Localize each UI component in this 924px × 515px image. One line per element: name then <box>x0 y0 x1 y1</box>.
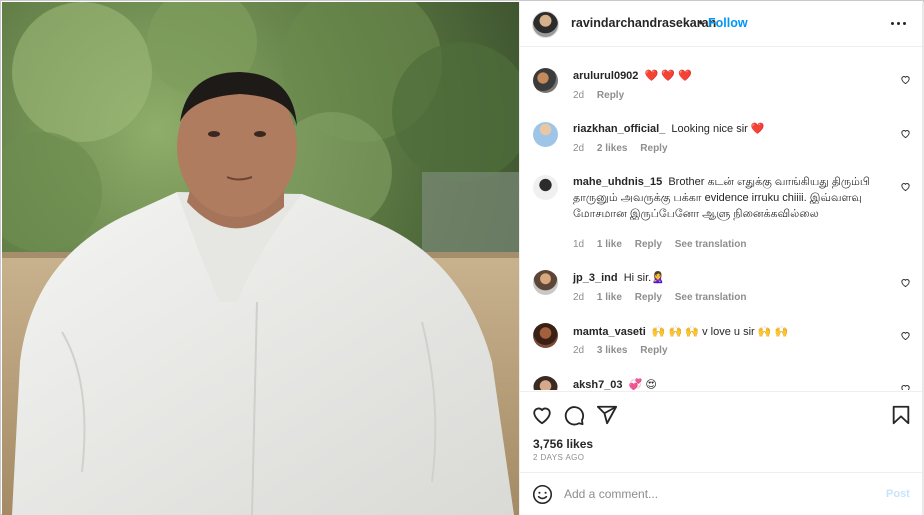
more-options-icon[interactable] <box>890 13 908 33</box>
comment-likes[interactable]: 1 like <box>597 292 622 303</box>
save-bookmark-icon[interactable] <box>890 404 912 426</box>
see-translation-button[interactable]: See translation <box>675 239 747 250</box>
reply-button[interactable]: Reply <box>635 239 662 250</box>
post-header: ravindarchandrasekaran • Follow <box>520 2 923 47</box>
comment-icon[interactable] <box>563 404 585 426</box>
post-modal: ravindarchandrasekaran • Follow arulurul… <box>0 0 924 515</box>
comment-time: 1d <box>573 239 585 250</box>
reply-button[interactable]: Reply <box>640 345 667 356</box>
heart-icon[interactable] <box>900 181 911 192</box>
commenter-username[interactable]: jp_3_ind <box>573 272 618 284</box>
post-image <box>2 2 519 515</box>
like-heart-icon[interactable] <box>531 404 553 426</box>
comment-text: ❤️ ❤️ ❤️ <box>644 70 692 82</box>
reply-button[interactable]: Reply <box>640 143 667 154</box>
comment-text: 🙌 🙌 🙌 v love u sir 🙌 🙌 <box>651 326 789 338</box>
comment-time: 2d <box>573 345 585 356</box>
heart-icon[interactable] <box>900 383 911 390</box>
post-sidebar: ravindarchandrasekaran • Follow arulurul… <box>519 2 923 515</box>
heart-icon[interactable] <box>900 330 911 341</box>
comment-time: 2d <box>573 292 585 303</box>
comment-time: 2d <box>573 90 585 101</box>
heart-icon[interactable] <box>900 128 911 139</box>
author-avatar[interactable] <box>532 11 559 38</box>
reply-button[interactable]: Reply <box>597 90 624 101</box>
comment-likes[interactable]: 3 likes <box>597 345 628 356</box>
commenter-username[interactable]: aksh7_03 <box>573 379 623 390</box>
commenter-avatar[interactable] <box>533 376 558 390</box>
heart-icon[interactable] <box>900 74 911 85</box>
comment-time: 2d <box>573 143 585 154</box>
share-icon[interactable] <box>596 404 618 426</box>
heart-icon[interactable] <box>900 277 911 288</box>
comment-text: Looking nice sir ❤️ <box>671 123 765 135</box>
commenter-avatar[interactable] <box>533 323 558 348</box>
commenter-username[interactable]: arulurul0902 <box>573 70 638 82</box>
post-timestamp: 2 DAYS AGO <box>533 453 585 462</box>
comment-text: Hi sir.🙎‍♀️ <box>623 272 665 284</box>
post-photo[interactable] <box>2 2 519 515</box>
comment-input[interactable] <box>564 483 864 505</box>
follow-button[interactable]: Follow <box>708 16 748 30</box>
see-translation-button[interactable]: See translation <box>675 292 747 303</box>
commenter-username[interactable]: riazkhan_official_ <box>573 123 665 135</box>
commenter-avatar[interactable] <box>533 122 558 147</box>
comment-text: 💞 😍 <box>628 379 657 390</box>
comment-likes[interactable]: 1 like <box>597 239 622 250</box>
commenter-avatar[interactable] <box>533 68 558 93</box>
comments-list[interactable]: arulurul0902 ❤️ ❤️ ❤️ 2d Reply riazkhan_… <box>520 48 923 390</box>
likes-count[interactable]: 3,756 likes <box>533 437 593 451</box>
commenter-avatar[interactable] <box>533 175 558 200</box>
add-comment-bar: Post <box>520 472 923 515</box>
commenter-username[interactable]: mamta_vaseti <box>573 326 646 338</box>
reply-button[interactable]: Reply <box>635 292 662 303</box>
post-actions: 3,756 likes 2 DAYS AGO <box>520 391 923 471</box>
commenter-username[interactable]: mahe_uhdnis_15 <box>573 176 662 188</box>
emoji-icon[interactable] <box>532 484 553 505</box>
header-separator: • <box>699 16 704 30</box>
commenter-avatar[interactable] <box>533 270 558 295</box>
post-comment-button[interactable]: Post <box>886 488 910 500</box>
comment-likes[interactable]: 2 likes <box>597 143 628 154</box>
author-username[interactable]: ravindarchandrasekaran <box>571 16 716 30</box>
